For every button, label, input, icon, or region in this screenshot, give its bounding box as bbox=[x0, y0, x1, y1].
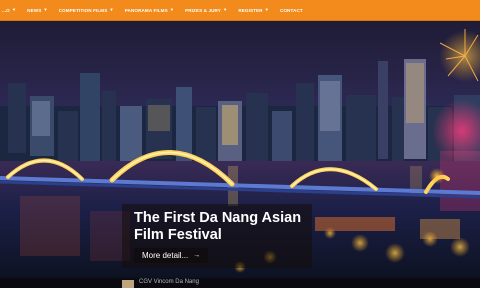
nav-item-label: ...O bbox=[2, 7, 10, 13]
main-navbar: ...O ▾ NEWS ▾ COMPETITION FILMS ▾ PANORA… bbox=[0, 0, 480, 21]
nav-item-prizes-jury[interactable]: PRIZES & JURY ▾ bbox=[185, 7, 226, 13]
nav-item-contact[interactable]: CONTACT bbox=[280, 8, 303, 13]
news-strip: CGV Vincom Da Nang bbox=[0, 278, 480, 288]
nav-item-label: COMPETITION FILMS bbox=[58, 7, 108, 13]
arrow-right-icon: → bbox=[193, 252, 201, 259]
nav-item-panorama-films[interactable]: PANORAMA FILMS ▾ bbox=[125, 7, 173, 13]
chevron-down-icon: ▾ bbox=[223, 7, 227, 12]
venue-text[interactable]: CGV Vincom Da Nang bbox=[139, 279, 199, 285]
chevron-down-icon: ▾ bbox=[12, 7, 16, 12]
nav-item-intro[interactable]: ...O ▾ bbox=[2, 7, 15, 13]
nav-item-competition-films[interactable]: COMPETITION FILMS ▾ bbox=[59, 7, 113, 13]
more-detail-button[interactable]: More detail... → bbox=[134, 248, 209, 263]
chevron-down-icon: ▾ bbox=[110, 7, 113, 12]
nav-item-label: CONTACT bbox=[279, 7, 303, 13]
nav-item-register[interactable]: REGISTER ▾ bbox=[238, 7, 268, 13]
news-thumbnail[interactable] bbox=[122, 280, 134, 288]
chevron-down-icon: ▾ bbox=[170, 7, 174, 12]
hero-caption-box: The First Da Nang Asian Film Festival Mo… bbox=[122, 204, 312, 268]
nav-item-label: NEWS bbox=[27, 7, 42, 13]
more-detail-label: More detail... bbox=[142, 251, 189, 260]
nav-item-news[interactable]: NEWS ▾ bbox=[27, 7, 47, 13]
nav-item-label: REGISTER bbox=[238, 7, 263, 13]
chevron-down-icon: ▾ bbox=[265, 7, 268, 12]
hero-title: The First Da Nang Asian Film Festival bbox=[134, 210, 302, 243]
hero-banner: The First Da Nang Asian Film Festival Mo… bbox=[0, 21, 480, 278]
nav-item-label: PANORAMA FILMS bbox=[124, 7, 168, 13]
nav-item-label: PRIZES & JURY bbox=[185, 7, 221, 13]
chevron-down-icon: ▾ bbox=[44, 7, 47, 12]
